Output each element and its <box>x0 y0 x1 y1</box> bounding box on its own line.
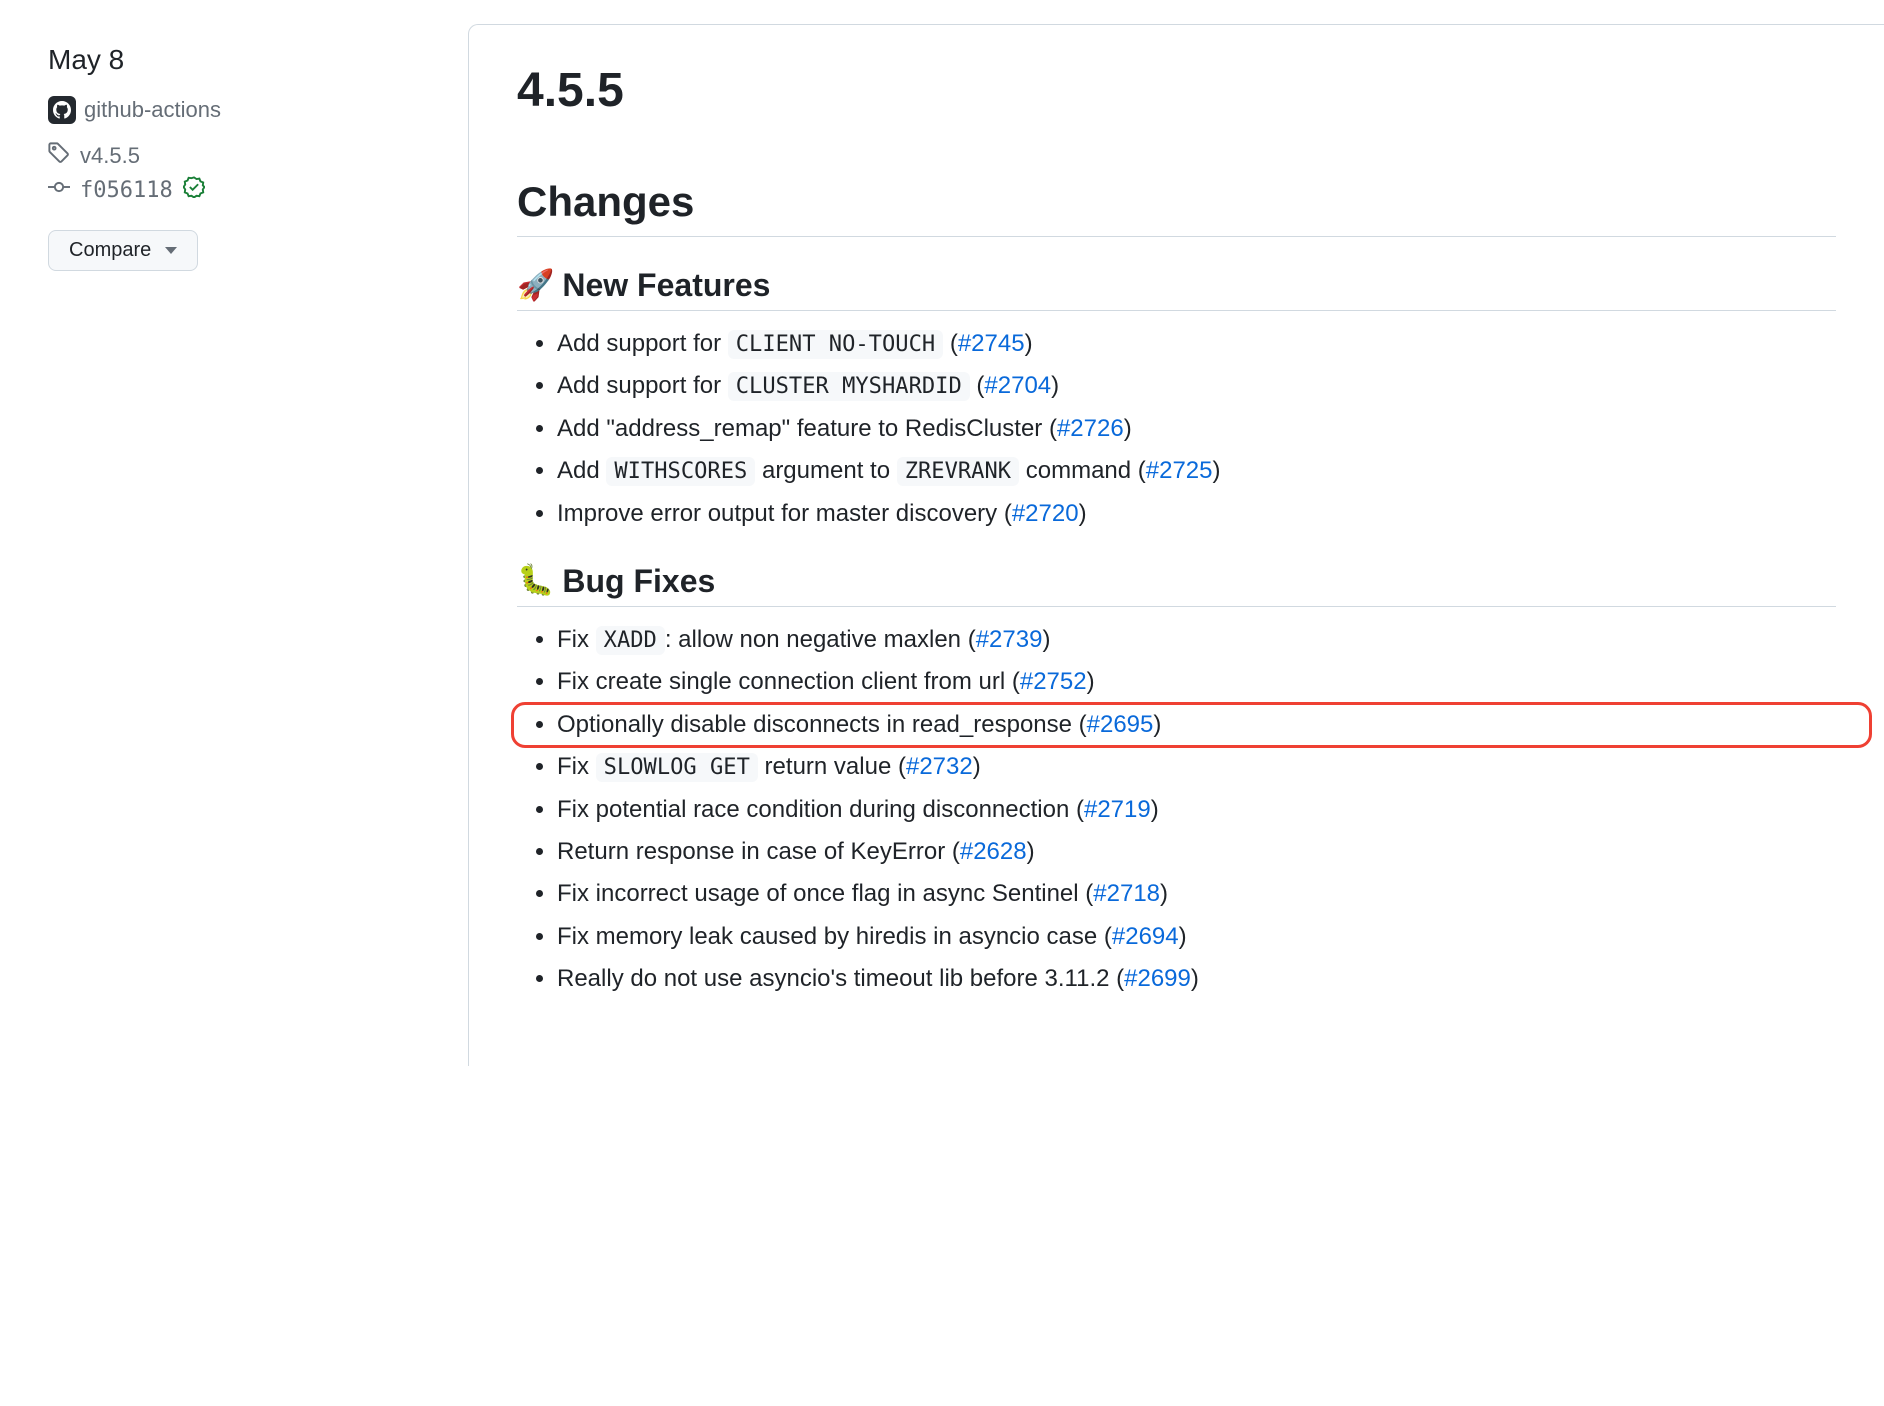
item-list: Fix XADD: allow non negative maxlen (#27… <box>517 621 1836 999</box>
section-emoji: 🚀 <box>517 271 554 301</box>
release-commit[interactable]: f056118 <box>48 176 428 204</box>
commit-icon <box>48 176 70 204</box>
release-sidebar: May 8 github-actions v4.5.5 f056118 Comp… <box>48 24 428 271</box>
release-title: 4.5.5 <box>517 63 1836 118</box>
chevron-down-icon <box>165 247 177 254</box>
list-item: Fix SLOWLOG GET return value (#2732) <box>557 748 1836 786</box>
release-date: May 8 <box>48 44 428 76</box>
section-title: Bug Fixes <box>562 563 715 600</box>
issue-link[interactable]: #2745 <box>958 330 1025 357</box>
github-icon <box>48 96 76 124</box>
issue-link[interactable]: #2725 <box>1146 457 1213 484</box>
list-item: Fix create single connection client from… <box>557 663 1836 701</box>
list-item: Add support for CLUSTER MYSHARDID (#2704… <box>557 367 1836 405</box>
issue-link[interactable]: #2752 <box>1020 668 1087 695</box>
issue-link[interactable]: #2720 <box>1012 500 1079 527</box>
inline-code: XADD <box>596 626 665 655</box>
verified-icon <box>183 176 205 204</box>
commit-hash: f056118 <box>80 178 173 203</box>
issue-link[interactable]: #2695 <box>1087 711 1154 738</box>
list-item: Return response in case of KeyError (#26… <box>557 833 1836 871</box>
release-author[interactable]: github-actions <box>48 96 428 124</box>
list-item: Optionally disable disconnects in read_r… <box>557 706 1836 744</box>
issue-link[interactable]: #2739 <box>976 626 1043 653</box>
section-emoji: 🐛 <box>517 566 554 596</box>
issue-link[interactable]: #2694 <box>1112 923 1179 950</box>
section-title: New Features <box>562 267 770 304</box>
author-name: github-actions <box>84 97 221 123</box>
issue-link[interactable]: #2726 <box>1057 415 1124 442</box>
tag-name: v4.5.5 <box>80 143 140 169</box>
release-tag[interactable]: v4.5.5 <box>48 142 428 170</box>
list-item: Improve error output for master discover… <box>557 495 1836 533</box>
compare-label: Compare <box>69 239 151 262</box>
list-item: Add "address_remap" feature to RedisClus… <box>557 410 1836 448</box>
list-item: Fix potential race condition during disc… <box>557 791 1836 829</box>
list-item: Fix incorrect usage of once flag in asyn… <box>557 875 1836 913</box>
list-item: Really do not use asyncio's timeout lib … <box>557 960 1836 998</box>
issue-link[interactable]: #2732 <box>906 753 973 780</box>
list-item: Fix XADD: allow non negative maxlen (#27… <box>557 621 1836 659</box>
tag-icon <box>48 142 70 170</box>
changes-heading: Changes <box>517 178 1836 237</box>
issue-link[interactable]: #2718 <box>1093 880 1160 907</box>
inline-code: CLUSTER MYSHARDID <box>728 372 970 401</box>
inline-code: WITHSCORES <box>606 457 755 486</box>
item-list: Add support for CLIENT NO-TOUCH (#2745) A… <box>517 325 1836 533</box>
inline-code: CLIENT NO-TOUCH <box>728 330 943 359</box>
section-heading: 🐛 Bug Fixes <box>517 563 1836 607</box>
inline-code: ZREVRANK <box>897 457 1019 486</box>
issue-link[interactable]: #2628 <box>960 838 1027 865</box>
list-item: Add support for CLIENT NO-TOUCH (#2745) <box>557 325 1836 363</box>
issue-link[interactable]: #2719 <box>1084 796 1151 823</box>
inline-code: SLOWLOG GET <box>596 753 758 782</box>
list-item: Fix memory leak caused by hiredis in asy… <box>557 918 1836 956</box>
list-item: Add WITHSCORES argument to ZREVRANK comm… <box>557 452 1836 490</box>
issue-link[interactable]: #2699 <box>1124 965 1191 992</box>
compare-button[interactable]: Compare <box>48 230 198 271</box>
section-heading: 🚀 New Features <box>517 267 1836 311</box>
release-body: 4.5.5 Changes 🚀 New Features Add support f… <box>468 24 1884 1066</box>
issue-link[interactable]: #2704 <box>984 372 1051 399</box>
